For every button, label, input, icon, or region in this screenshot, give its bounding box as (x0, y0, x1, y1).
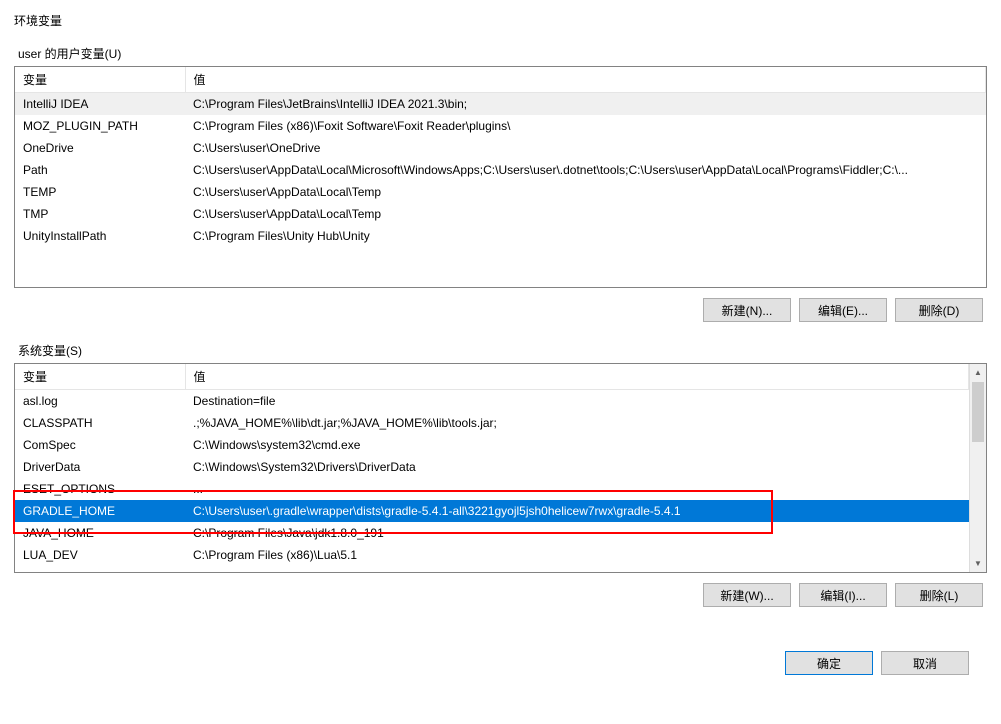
table-row[interactable]: TEMPC:\Users\user\AppData\Local\Temp (15, 181, 986, 203)
var-name: ESET_OPTIONS (15, 478, 185, 500)
table-row[interactable]: TMPC:\Users\user\AppData\Local\Temp (15, 203, 986, 225)
cancel-button[interactable]: 取消 (881, 651, 969, 675)
var-value: ... (185, 478, 969, 500)
sys-col-value[interactable]: 值 (185, 364, 969, 390)
var-value: C:\Program Files (x86)\Foxit Software\Fo… (185, 115, 986, 137)
var-name: ComSpec (15, 434, 185, 456)
sys-col-name[interactable]: 变量 (15, 364, 185, 390)
user-delete-button[interactable]: 删除(D) (895, 298, 983, 322)
sys-scrollbar[interactable]: ▲ ▼ (969, 364, 986, 572)
var-value: ;;C:\Program Files (x86)\Lua\5.1\lua\?.l… (185, 566, 969, 572)
table-row[interactable]: JAVA_HOMEC:\Program Files\Java\jdk1.8.0_… (15, 522, 969, 544)
table-row[interactable]: OneDriveC:\Users\user\OneDrive (15, 137, 986, 159)
env-vars-dialog: 环境变量 user 的用户变量(U) 变量 值 IntelliJ IDEAC:\… (0, 0, 1001, 683)
user-vars-group: user 的用户变量(U) 变量 值 IntelliJ IDEAC:\Progr… (14, 45, 987, 322)
sys-edit-button[interactable]: 编辑(I)... (799, 583, 887, 607)
var-name: GRADLE_HOME (15, 500, 185, 522)
scroll-thumb[interactable] (972, 382, 984, 442)
table-row[interactable]: LUA_DEVC:\Program Files (x86)\Lua\5.1 (15, 544, 969, 566)
user-col-value[interactable]: 值 (185, 67, 986, 93)
table-row[interactable]: CLASSPATH.;%JAVA_HOME%\lib\dt.jar;%JAVA_… (15, 412, 969, 434)
user-vars-table[interactable]: 变量 值 IntelliJ IDEAC:\Program Files\JetBr… (15, 67, 986, 247)
table-row[interactable]: PathC:\Users\user\AppData\Local\Microsof… (15, 159, 986, 181)
table-row[interactable]: ComSpecC:\Windows\system32\cmd.exe (15, 434, 969, 456)
table-row[interactable]: UnityInstallPathC:\Program Files\Unity H… (15, 225, 986, 247)
var-value: C:\Users\user\AppData\Local\Temp (185, 181, 986, 203)
var-value: C:\Users\user\OneDrive (185, 137, 986, 159)
var-name: TMP (15, 203, 185, 225)
sys-vars-table[interactable]: 变量 值 asl.logDestination=fileCLASSPATH.;%… (15, 364, 969, 572)
user-vars-table-container: 变量 值 IntelliJ IDEAC:\Program Files\JetBr… (14, 66, 987, 288)
table-row[interactable]: ESET_OPTIONS ... (15, 478, 969, 500)
sys-delete-button[interactable]: 删除(L) (895, 583, 983, 607)
var-value: C:\Program Files\Unity Hub\Unity (185, 225, 986, 247)
user-col-name[interactable]: 变量 (15, 67, 185, 93)
scroll-up-icon[interactable]: ▲ (970, 364, 986, 381)
var-value: C:\Program Files\Java\jdk1.8.0_191 (185, 522, 969, 544)
scroll-down-icon[interactable]: ▼ (970, 555, 986, 572)
table-row[interactable]: GRADLE_HOMEC:\Users\user\.gradle\wrapper… (15, 500, 969, 522)
dialog-title: 环境变量 (14, 8, 987, 45)
dialog-footer: 确定 取消 (14, 627, 987, 675)
var-name: TEMP (15, 181, 185, 203)
var-name: CLASSPATH (15, 412, 185, 434)
var-name: UnityInstallPath (15, 225, 185, 247)
user-edit-button[interactable]: 编辑(E)... (799, 298, 887, 322)
table-row[interactable]: IntelliJ IDEAC:\Program Files\JetBrains\… (15, 93, 986, 116)
user-new-button[interactable]: 新建(N)... (703, 298, 791, 322)
var-value: C:\Windows\System32\Drivers\DriverData (185, 456, 969, 478)
sys-vars-label: 系统变量(S) (14, 342, 987, 363)
var-name: LUA_DEV (15, 544, 185, 566)
sys-new-button[interactable]: 新建(W)... (703, 583, 791, 607)
var-name: asl.log (15, 390, 185, 413)
var-value: C:\Windows\system32\cmd.exe (185, 434, 969, 456)
sys-vars-table-container: 变量 值 asl.logDestination=fileCLASSPATH.;%… (14, 363, 987, 573)
var-name: JAVA_HOME (15, 522, 185, 544)
var-value: .;%JAVA_HOME%\lib\dt.jar;%JAVA_HOME%\lib… (185, 412, 969, 434)
user-vars-buttons: 新建(N)... 编辑(E)... 删除(D) (14, 288, 987, 322)
var-name: IntelliJ IDEA (15, 93, 185, 116)
var-name: DriverData (15, 456, 185, 478)
var-value: C:\Users\user\AppData\Local\Temp (185, 203, 986, 225)
var-name: OneDrive (15, 137, 185, 159)
var-value: C:\Users\user\.gradle\wrapper\dists\grad… (185, 500, 969, 522)
sys-vars-group: 系统变量(S) 变量 值 asl.logDestination=fileCLAS… (14, 342, 987, 607)
sys-vars-buttons: 新建(W)... 编辑(I)... 删除(L) (14, 573, 987, 607)
var-value: Destination=file (185, 390, 969, 413)
var-value: C:\Users\user\AppData\Local\Microsoft\Wi… (185, 159, 986, 181)
table-row[interactable]: MOZ_PLUGIN_PATHC:\Program Files (x86)\Fo… (15, 115, 986, 137)
user-vars-label: user 的用户变量(U) (14, 45, 987, 66)
var-name: Path (15, 159, 185, 181)
table-row[interactable]: LUA_PATH;;C:\Program Files (x86)\Lua\5.1… (15, 566, 969, 572)
var-value: C:\Program Files (x86)\Lua\5.1 (185, 544, 969, 566)
var-value: C:\Program Files\JetBrains\IntelliJ IDEA… (185, 93, 986, 116)
var-name: MOZ_PLUGIN_PATH (15, 115, 185, 137)
table-row[interactable]: asl.logDestination=file (15, 390, 969, 413)
ok-button[interactable]: 确定 (785, 651, 873, 675)
table-row[interactable]: DriverDataC:\Windows\System32\Drivers\Dr… (15, 456, 969, 478)
var-name: LUA_PATH (15, 566, 185, 572)
